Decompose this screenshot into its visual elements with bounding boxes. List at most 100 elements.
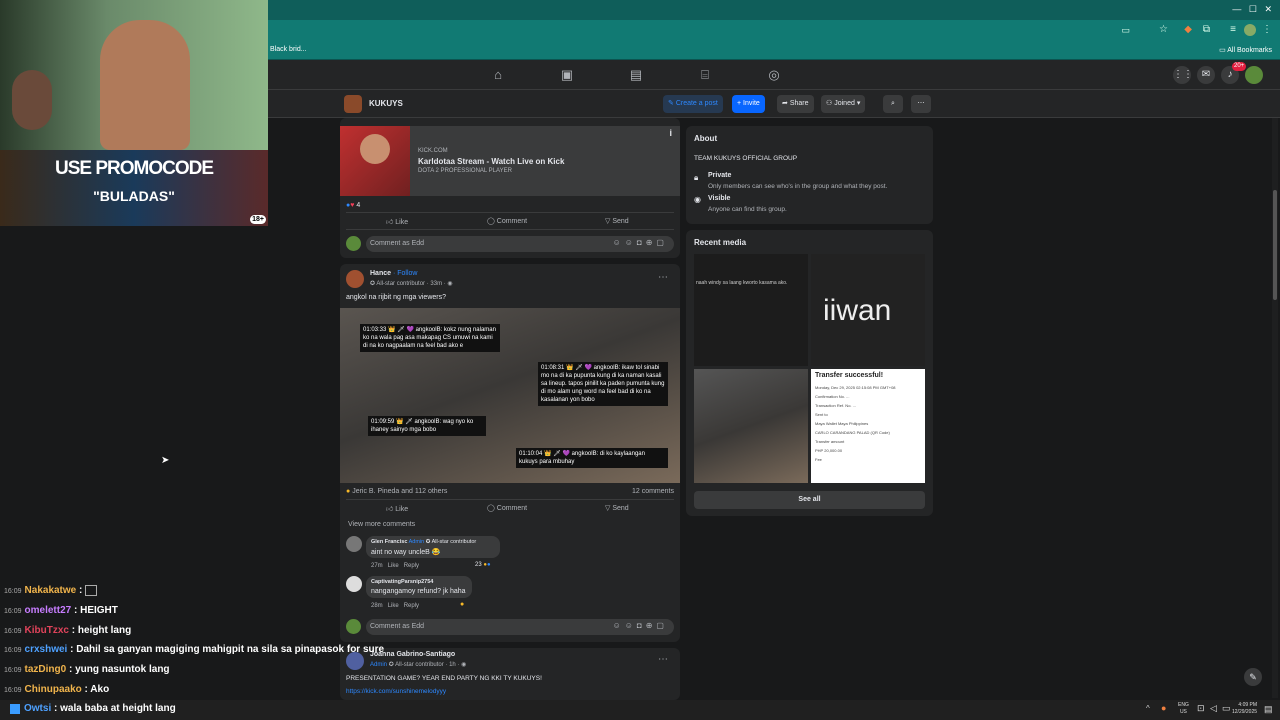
language-indicator[interactable]: ENG US xyxy=(1178,702,1189,716)
comments-count[interactable]: 12 comments xyxy=(632,488,674,495)
video-icon[interactable]: ▣ xyxy=(559,67,575,83)
like-button[interactable]: 👍︎ Like xyxy=(386,504,408,513)
eye-icon: ◉ xyxy=(694,195,701,204)
marketplace-icon[interactable]: ▤ xyxy=(628,67,644,83)
media-thumbnail[interactable]: Transfer successful! Monday, Dec 29, 202… xyxy=(811,369,925,483)
profile-avatar[interactable] xyxy=(1244,24,1256,36)
see-all-button[interactable]: See all xyxy=(694,491,925,509)
link-preview-meta[interactable]: KICK.COM Karldotaa Stream - Watch Live o… xyxy=(410,126,680,196)
comment-tools-icons[interactable]: ☺☺◘⊕▢ xyxy=(613,238,668,247)
comment-bubble: CaptivatingParsnip2754 nangangamoy refun… xyxy=(366,576,472,598)
battery-icon[interactable]: ▭ xyxy=(1222,703,1231,714)
comment-tools-icons[interactable]: ☺☺◘⊕▢ xyxy=(613,621,668,630)
page-scrollbar[interactable] xyxy=(1272,118,1278,698)
menu-icon[interactable]: ⋮ xyxy=(1262,24,1272,35)
extension-icon[interactable]: ◆ xyxy=(1184,24,1192,35)
comment-actions: 28m Like Reply xyxy=(371,603,420,609)
link-preview-image[interactable] xyxy=(340,126,410,196)
author-avatar[interactable] xyxy=(346,270,364,288)
lock-icon: 🔒︎ xyxy=(694,173,699,182)
network-icon[interactable]: ⊡ xyxy=(1197,703,1205,714)
chevron-down-icon: ▾ xyxy=(854,100,861,107)
media-thumbnail[interactable]: iiwan xyxy=(811,254,925,366)
commenter-name[interactable]: Glen Francisc xyxy=(371,539,407,545)
puzzle-icon[interactable]: ⧉ xyxy=(1203,24,1210,35)
invite-button[interactable]: + Invite xyxy=(732,95,765,113)
reactors[interactable]: ● Jeric B. Pineda and 112 others xyxy=(346,488,447,495)
admin-badge: Admin xyxy=(408,539,425,545)
visibility-title: Visible xyxy=(708,195,731,202)
post-meta: Admin ✪ All-star contributor · 1h · ◉ xyxy=(370,662,467,668)
chat-caption: 01:10:04 👑 🗡 💜 angkoolB: di ko kaylaanga… xyxy=(516,448,668,468)
home-icon[interactable]: ⌂ xyxy=(490,67,506,83)
comment-reply[interactable]: Reply xyxy=(404,603,419,609)
all-bookmarks[interactable]: ▭ All Bookmarks xyxy=(1219,46,1272,54)
volume-icon[interactable]: ◁ xyxy=(1210,703,1217,714)
windows-start-icon[interactable] xyxy=(10,704,20,714)
gaming-icon[interactable]: ◎ xyxy=(766,67,782,83)
pencil-icon: ✎ xyxy=(668,100,676,107)
star-icon[interactable]: ☆ xyxy=(1159,24,1168,35)
post-link[interactable]: https://kick.com/sunshinemelodyyy xyxy=(346,688,446,695)
chat-message: 16:09 Nakakatwe : xyxy=(4,585,98,596)
share-button[interactable]: ➦ Share xyxy=(777,95,814,113)
browser-address-bar[interactable]: ▭ ☆ ◆ ⧉ ≡ ⋮ xyxy=(268,20,1280,42)
account-avatar[interactable] xyxy=(1245,66,1263,84)
media-thumbnail[interactable] xyxy=(694,369,808,483)
love-reaction-icon: ♥ xyxy=(350,202,355,209)
post-video[interactable]: 01:03:33 👑 🗡 💜 angkoolB: kokz nung nalam… xyxy=(340,308,680,483)
streamer-figure xyxy=(100,20,190,150)
comment-input[interactable]: Comment as Edd ☺☺◘⊕▢ xyxy=(366,236,674,252)
follow-link[interactable]: · Follow xyxy=(393,270,418,277)
comment-like[interactable]: Like xyxy=(388,603,399,609)
commenter-avatar[interactable] xyxy=(346,536,362,552)
joined-button[interactable]: ⚇ Joined ▾ xyxy=(821,95,866,113)
info-icon[interactable]: i xyxy=(669,128,672,138)
chat-caption: 01:03:33 👑 🗡 💜 angkoolB: kokz nung nalam… xyxy=(360,324,500,352)
window-controls[interactable]: — ☐ ✕ xyxy=(1232,4,1272,15)
commenter-avatar[interactable] xyxy=(346,576,362,592)
divider xyxy=(346,229,674,230)
post-card-1: KICK.COM Karldotaa Stream - Watch Live o… xyxy=(340,118,680,258)
post-options-icon[interactable]: ⋯ xyxy=(658,654,668,665)
reaction-summary[interactable]: ●♥ 4 xyxy=(346,202,360,209)
link-domain: KICK.COM xyxy=(418,148,448,154)
tray-chevron-icon[interactable]: ^ xyxy=(1146,704,1150,713)
comment-like[interactable]: Like xyxy=(388,563,399,569)
tabs-icon[interactable]: ≡ xyxy=(1230,24,1236,35)
screen-cast-icon[interactable]: ▭ xyxy=(1121,25,1130,36)
notification-center-icon[interactable]: ▤ xyxy=(1264,704,1273,715)
group-avatar[interactable] xyxy=(344,95,362,113)
tray-app-icon[interactable]: ● xyxy=(1161,703,1166,713)
post-options-icon[interactable]: ⋯ xyxy=(658,272,668,283)
comment-input[interactable]: Comment as Edd ☺☺◘⊕▢ xyxy=(366,619,674,635)
search-icon: ⌕ xyxy=(891,100,895,107)
media-thumbnail[interactable]: naah windy sa laang kworto kasama ako. xyxy=(694,254,808,366)
apps-grid-icon[interactable]: ⋮⋮ xyxy=(1173,66,1193,84)
more-button[interactable]: ⋯ xyxy=(911,95,931,113)
comment-reply[interactable]: Reply xyxy=(404,563,419,569)
search-button[interactable]: ⌕ xyxy=(883,95,903,113)
comment-reactions[interactable]: 23 ●● xyxy=(475,562,491,568)
send-button[interactable]: ▽ Send xyxy=(605,217,629,225)
like-button[interactable]: 👍︎ Like xyxy=(386,217,408,226)
author-name[interactable]: Hance xyxy=(370,270,391,277)
bookmarks-bar: Black brid... ▭ All Bookmarks xyxy=(268,42,1280,60)
send-button[interactable]: ▽ Send xyxy=(605,504,629,512)
clock[interactable]: 4:09 PM 12/29/2025 xyxy=(1232,702,1257,716)
compose-message-icon[interactable]: ✎ xyxy=(1244,668,1262,686)
groups-icon[interactable]: ⌸ xyxy=(697,67,713,83)
about-title: About xyxy=(694,134,718,143)
commenter-avatar xyxy=(346,236,361,251)
group-name[interactable]: KUKUYS xyxy=(369,99,403,108)
bookmark-item[interactable]: Black brid... xyxy=(270,46,307,53)
haha-reaction-icon[interactable]: ● xyxy=(460,601,464,608)
comment-button[interactable]: ◯ Comment xyxy=(487,504,527,512)
chat-message: 16:09 Chinupaako : Ako xyxy=(4,684,110,695)
commenter-name[interactable]: CaptivatingParsnip2754 xyxy=(371,579,433,585)
create-post-button[interactable]: ✎ Create a post xyxy=(663,95,723,113)
view-more-comments[interactable]: View more comments xyxy=(348,521,415,528)
messenger-icon[interactable]: ✉ xyxy=(1197,66,1215,84)
comment-button[interactable]: ◯ Comment xyxy=(487,217,527,225)
emote-icon xyxy=(85,585,98,596)
